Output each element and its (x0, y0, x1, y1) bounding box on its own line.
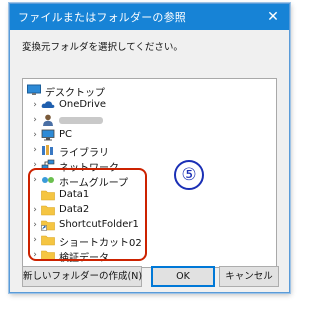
tree-item-label: ライブラリ (59, 148, 109, 159)
library-icon (42, 145, 53, 155)
tree-item-label: Data1 (59, 189, 90, 200)
expand-arrow-icon[interactable]: › (30, 205, 40, 215)
expand-arrow-icon[interactable]: › (30, 235, 40, 245)
expand-arrow-icon[interactable] (30, 190, 40, 200)
close-button[interactable]: ✕ (257, 4, 289, 30)
ok-button[interactable]: OK (151, 266, 215, 287)
cloud-icon (41, 101, 55, 108)
tree-item-desktop[interactable]: デスクトップ (23, 83, 276, 99)
new-folder-button[interactable]: 新しいフォルダーの作成(N) (22, 266, 142, 287)
tree-item-label: デスクトップ (45, 88, 105, 99)
folder-tree[interactable]: デスクトップ › OneDrive › › PC › ライブラリ › ネットワー… (22, 78, 277, 268)
redacted-username (59, 117, 103, 124)
tree-item-label: 検証データ (59, 253, 109, 264)
tree-item-pc[interactable]: › PC (23, 128, 276, 143)
tree-item-label: ショートカット02 (59, 238, 142, 249)
folder-browse-dialog: ファイルまたはフォルダーの参照 ✕ 変換元フォルダを選択してください。 デスクト… (9, 3, 290, 293)
expand-arrow-icon[interactable]: › (30, 160, 40, 170)
title-bar[interactable]: ファイルまたはフォルダーの参照 ✕ (10, 4, 289, 30)
window-title: ファイルまたはフォルダーの参照 (18, 11, 186, 24)
instruction-text: 変換元フォルダを選択してください。 (22, 42, 183, 53)
expand-arrow-icon[interactable]: › (30, 220, 40, 230)
tree-item-label: ShortcutFolder1 (59, 219, 139, 230)
expand-arrow-icon[interactable]: › (30, 115, 40, 125)
desktop-icon (27, 84, 41, 95)
tree-item-label: Data2 (59, 204, 90, 215)
cancel-button[interactable]: キャンセル (219, 266, 279, 287)
tree-item-library[interactable]: › ライブラリ (23, 143, 276, 159)
expand-arrow-icon[interactable]: › (30, 130, 40, 140)
folder-icon (41, 250, 55, 261)
expand-arrow-icon[interactable]: › (30, 100, 40, 110)
tree-item-user[interactable]: › (23, 113, 276, 128)
homegroup-icon (42, 177, 54, 183)
tree-item-label: ホームグループ (59, 178, 129, 189)
expand-arrow-icon[interactable]: › (30, 145, 40, 155)
expand-arrow-icon[interactable]: › (30, 250, 40, 260)
tree-item-network[interactable]: › ネットワーク (23, 158, 276, 174)
tree-item-data2[interactable]: › Data2 (23, 203, 276, 218)
folder-icon (41, 190, 55, 201)
tree-item-test-data[interactable]: › 検証データ (23, 248, 276, 264)
expand-arrow-icon[interactable]: › (30, 175, 40, 185)
folder-icon (41, 205, 55, 216)
folder-icon (41, 235, 55, 246)
tree-item-onedrive[interactable]: › OneDrive (23, 98, 276, 113)
pc-icon (41, 129, 55, 141)
tree-item-label: OneDrive (59, 99, 107, 110)
shortcut-folder-icon (41, 220, 55, 231)
tree-item-label: PC (59, 129, 73, 140)
tree-item-shortcut02[interactable]: › ショートカット02 (23, 233, 276, 249)
tree-item-data1[interactable]: Data1 (23, 188, 276, 203)
user-icon (43, 114, 53, 126)
step-marker: ⑤ (174, 160, 204, 190)
tree-item-shortcutfolder1[interactable]: › ShortcutFolder1 (23, 218, 276, 233)
network-icon (41, 159, 55, 170)
tree-item-label: ネットワーク (59, 163, 119, 174)
tree-item-homegroup[interactable]: › ホームグループ (23, 173, 276, 189)
